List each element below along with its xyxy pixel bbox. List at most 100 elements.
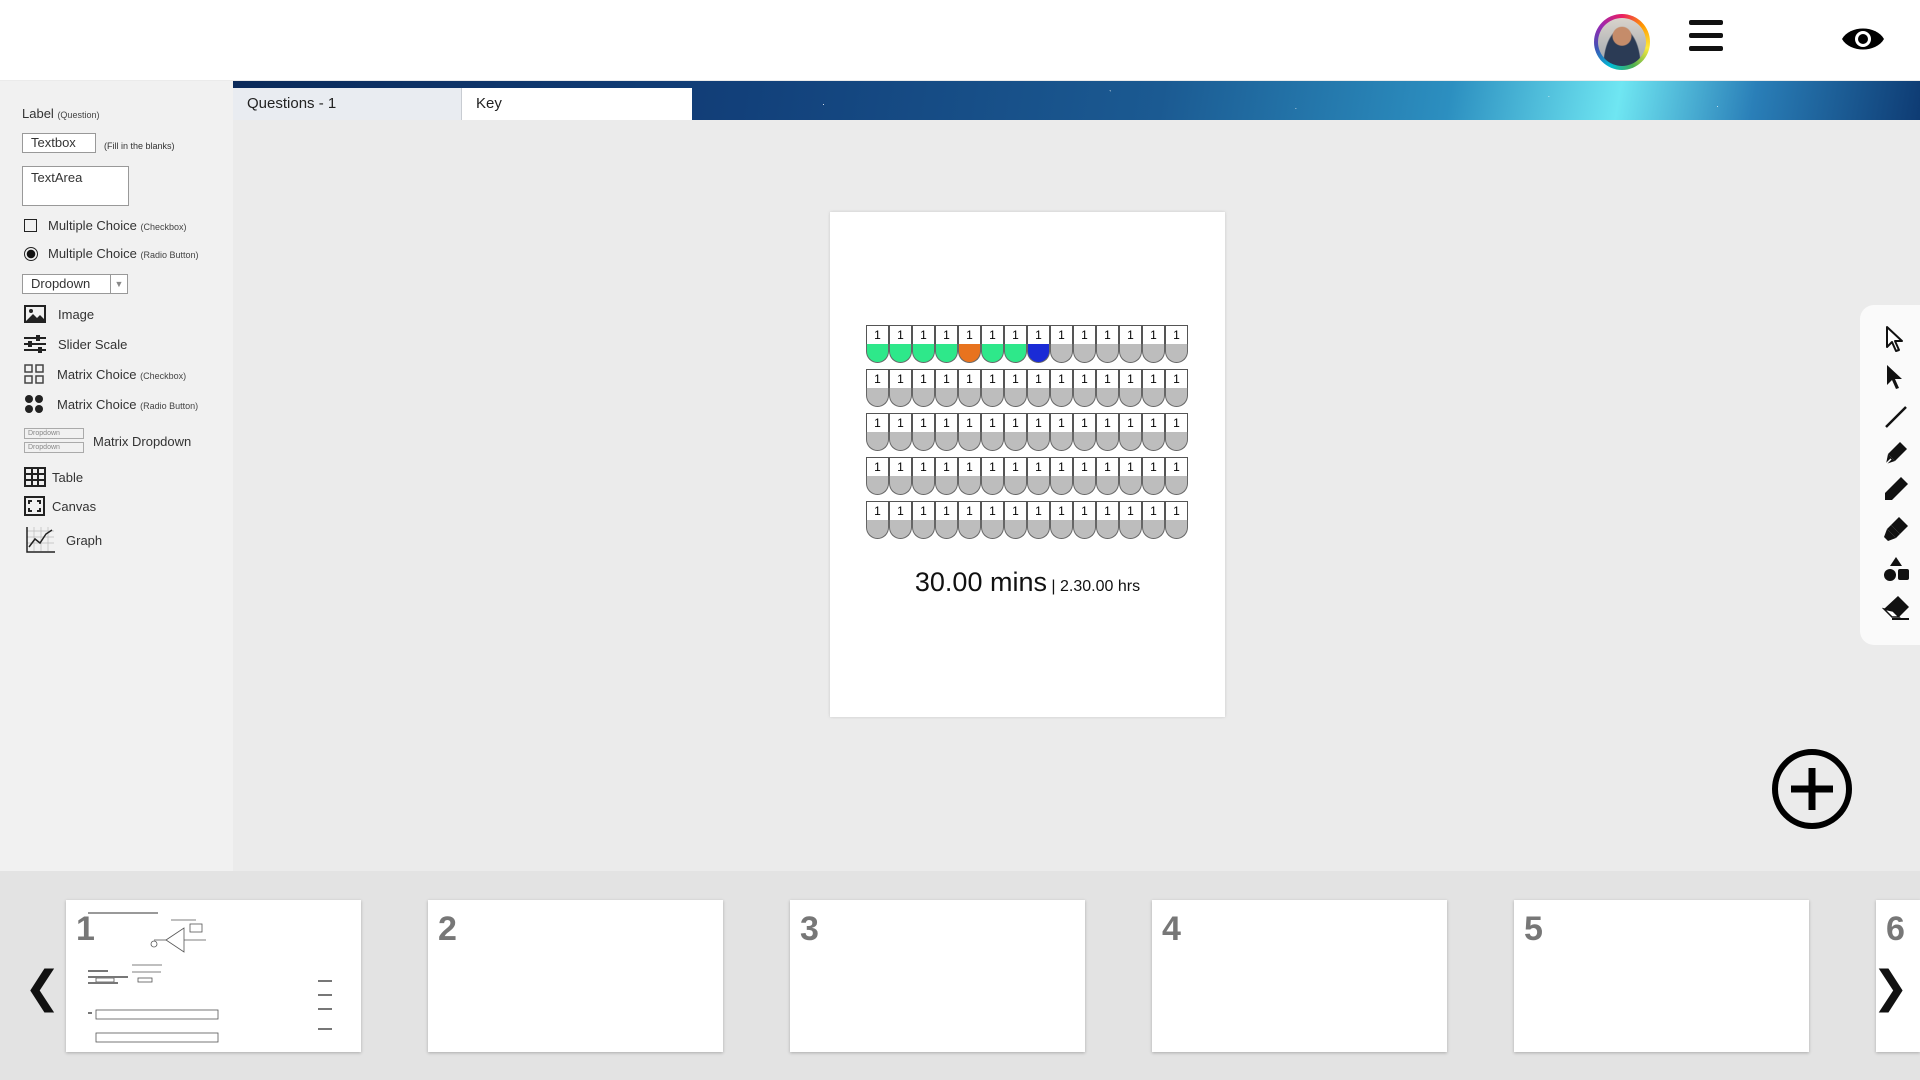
answer-bubble[interactable]: 1 xyxy=(1004,457,1027,495)
answer-bubble[interactable]: 1 xyxy=(981,457,1004,495)
user-avatar[interactable] xyxy=(1594,14,1650,70)
answer-bubble[interactable]: 1 xyxy=(1027,369,1050,407)
sidebar-item-textbox[interactable]: Textbox xyxy=(22,133,96,153)
answer-bubble[interactable]: 1 xyxy=(981,413,1004,451)
answer-bubble[interactable]: 1 xyxy=(1004,501,1027,539)
answer-bubble[interactable]: 1 xyxy=(1119,325,1142,363)
answer-bubble[interactable]: 1 xyxy=(1004,369,1027,407)
answer-bubble[interactable]: 1 xyxy=(912,413,935,451)
sidebar-item-textarea[interactable]: TextArea xyxy=(22,166,129,206)
sidebar-item-label[interactable]: Label (Question) xyxy=(22,106,99,121)
answer-bubble[interactable]: 1 xyxy=(1050,501,1073,539)
answer-bubble[interactable]: 1 xyxy=(1165,369,1188,407)
page-thumbnail-4[interactable]: 4 xyxy=(1152,900,1447,1052)
answer-bubble[interactable]: 1 xyxy=(866,501,889,539)
sidebar-item-dropdown[interactable]: Dropdown ▼ xyxy=(22,274,128,294)
answer-bubble[interactable]: 1 xyxy=(935,413,958,451)
answer-bubble[interactable]: 1 xyxy=(1050,325,1073,363)
sidebar-item-multiple-choice-checkbox[interactable]: Multiple Choice (Checkbox) xyxy=(24,218,187,233)
answer-bubble[interactable]: 1 xyxy=(1027,501,1050,539)
answer-bubble[interactable]: 1 xyxy=(1073,369,1096,407)
answer-bubble[interactable]: 1 xyxy=(1142,413,1165,451)
sidebar-item-multiple-choice-radio[interactable]: Multiple Choice (Radio Button) xyxy=(24,246,199,261)
answer-bubble[interactable]: 1 xyxy=(1050,369,1073,407)
page-thumbnail-3[interactable]: 3 xyxy=(790,900,1085,1052)
answer-bubble[interactable]: 1 xyxy=(1027,457,1050,495)
select-outline-icon[interactable] xyxy=(1882,325,1910,353)
sidebar-item-image[interactable]: Image xyxy=(24,305,94,323)
answer-bubble[interactable]: 1 xyxy=(1142,457,1165,495)
answer-bubble[interactable]: 1 xyxy=(1165,413,1188,451)
answer-bubble[interactable]: 1 xyxy=(866,457,889,495)
answer-bubble[interactable]: 1 xyxy=(981,369,1004,407)
answer-bubble[interactable]: 1 xyxy=(958,325,981,363)
answer-bubble[interactable]: 1 xyxy=(935,501,958,539)
answer-bubble[interactable]: 1 xyxy=(981,325,1004,363)
answer-bubble[interactable]: 1 xyxy=(866,369,889,407)
pencil-icon[interactable] xyxy=(1882,475,1910,503)
answer-bubble[interactable]: 1 xyxy=(889,369,912,407)
answer-bubble[interactable]: 1 xyxy=(912,369,935,407)
sidebar-item-slider-scale[interactable]: Slider Scale xyxy=(24,335,127,353)
pen-icon[interactable] xyxy=(1882,439,1910,467)
answer-bubble[interactable]: 1 xyxy=(889,325,912,363)
answer-bubble[interactable]: 1 xyxy=(958,501,981,539)
answer-bubble[interactable]: 1 xyxy=(1073,413,1096,451)
answer-bubble[interactable]: 1 xyxy=(1119,413,1142,451)
answer-bubble[interactable]: 1 xyxy=(935,325,958,363)
sidebar-item-graph[interactable]: Graph xyxy=(24,527,102,553)
select-filled-icon[interactable] xyxy=(1882,363,1910,391)
page-thumbnail-2[interactable]: 2 xyxy=(428,900,723,1052)
tab-key[interactable]: Key xyxy=(462,88,692,120)
answer-bubble[interactable]: 1 xyxy=(1165,457,1188,495)
answer-bubble[interactable]: 1 xyxy=(1119,369,1142,407)
answer-bubble[interactable]: 1 xyxy=(889,413,912,451)
answer-bubble[interactable]: 1 xyxy=(1050,413,1073,451)
answer-bubble[interactable]: 1 xyxy=(866,413,889,451)
answer-bubble[interactable]: 1 xyxy=(912,501,935,539)
answer-bubble[interactable]: 1 xyxy=(1142,369,1165,407)
answer-bubble[interactable]: 1 xyxy=(1073,501,1096,539)
eraser-icon[interactable] xyxy=(1882,593,1910,621)
highlighter-icon[interactable] xyxy=(1882,515,1910,543)
answer-bubble[interactable]: 1 xyxy=(889,457,912,495)
shapes-icon[interactable] xyxy=(1882,555,1910,583)
answer-bubble[interactable]: 1 xyxy=(1119,457,1142,495)
answer-bubble[interactable]: 1 xyxy=(912,457,935,495)
answer-bubble[interactable]: 1 xyxy=(1096,413,1119,451)
answer-bubble[interactable]: 1 xyxy=(958,413,981,451)
answer-bubble[interactable]: 1 xyxy=(889,501,912,539)
tab-questions[interactable]: Questions - 1 xyxy=(233,88,462,120)
answer-bubble[interactable]: 1 xyxy=(1096,325,1119,363)
answer-bubble[interactable]: 1 xyxy=(866,325,889,363)
answer-bubble[interactable]: 1 xyxy=(912,325,935,363)
line-icon[interactable] xyxy=(1882,403,1910,431)
eye-icon[interactable] xyxy=(1840,22,1886,56)
next-page-button[interactable]: ❯ xyxy=(1872,966,1909,1010)
answer-bubble[interactable]: 1 xyxy=(1073,325,1096,363)
prev-page-button[interactable]: ❮ xyxy=(24,966,61,1010)
answer-bubble[interactable]: 1 xyxy=(1004,413,1027,451)
answer-bubble[interactable]: 1 xyxy=(1050,457,1073,495)
answer-bubble[interactable]: 1 xyxy=(958,457,981,495)
answer-bubble[interactable]: 1 xyxy=(981,501,1004,539)
page-thumbnail-5[interactable]: 5 xyxy=(1514,900,1809,1052)
sidebar-item-matrix-choice-checkbox[interactable]: Matrix Choice (Checkbox) xyxy=(24,364,186,384)
answer-bubble[interactable]: 1 xyxy=(1142,325,1165,363)
answer-bubble[interactable]: 1 xyxy=(935,369,958,407)
sidebar-item-matrix-choice-radio[interactable]: Matrix Choice (Radio Button) xyxy=(24,395,198,413)
answer-bubble[interactable]: 1 xyxy=(1119,501,1142,539)
answer-bubble[interactable]: 1 xyxy=(1073,457,1096,495)
question-page[interactable]: 1111111111111111111111111111111111111111… xyxy=(830,212,1225,717)
add-page-button[interactable] xyxy=(1771,748,1853,830)
answer-bubble[interactable]: 1 xyxy=(935,457,958,495)
answer-bubble[interactable]: 1 xyxy=(1142,501,1165,539)
page-thumbnail-1[interactable]: 1 xyxy=(66,900,361,1052)
hamburger-menu-icon[interactable] xyxy=(1689,20,1723,58)
answer-bubble[interactable]: 1 xyxy=(1096,369,1119,407)
sidebar-item-canvas[interactable]: Canvas xyxy=(24,496,96,516)
sidebar-item-table[interactable]: Table xyxy=(24,467,83,487)
answer-bubble[interactable]: 1 xyxy=(1027,325,1050,363)
answer-bubble[interactable]: 1 xyxy=(1165,501,1188,539)
answer-bubble[interactable]: 1 xyxy=(1096,457,1119,495)
